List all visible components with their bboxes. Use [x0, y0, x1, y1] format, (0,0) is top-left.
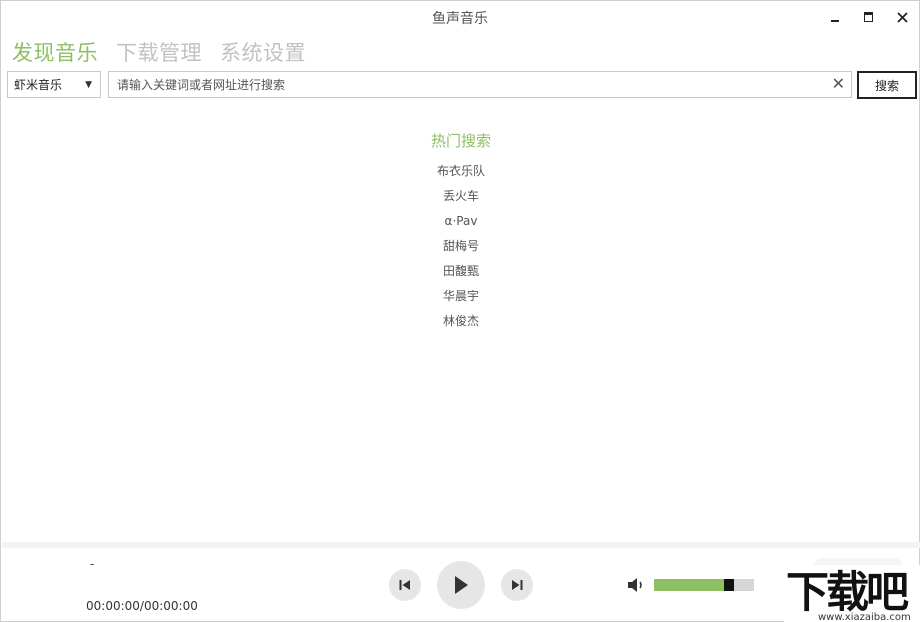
tab-download-manager[interactable]: 下载管理 [116, 37, 202, 67]
hot-search-item[interactable]: 林俊杰 [1, 311, 920, 336]
playback-time: 00:00:00/00:00:00 [86, 599, 198, 613]
play-icon [455, 576, 468, 594]
search-input[interactable] [109, 72, 819, 97]
window-title: 鱼声音乐 [432, 11, 488, 27]
previous-button[interactable] [389, 569, 421, 601]
next-icon [512, 580, 523, 590]
tab-system-settings[interactable]: 系统设置 [220, 37, 306, 67]
hot-search-title: 热门搜索 [430, 132, 491, 150]
hot-search-item[interactable]: 丢火车 [1, 186, 920, 211]
hot-search-item[interactable]: 田馥甄 [1, 261, 920, 286]
close-button[interactable] [891, 7, 913, 27]
next-button[interactable] [501, 569, 533, 601]
hot-search-item[interactable]: 甜梅号 [1, 236, 920, 261]
close-icon [896, 11, 908, 23]
volume-fill [654, 579, 734, 591]
search-box: ✕ [108, 71, 852, 98]
hot-search-item[interactable]: 布衣乐队 [1, 161, 920, 186]
music-source-select[interactable]: 虾米音乐 ▼ [7, 71, 101, 98]
hot-search-item[interactable]: 华晨宇 [1, 286, 920, 311]
app-window: 鱼声音乐 发现音乐 下载管理 系统设置 虾米音乐 ▼ ✕ 搜索 热门搜索 布衣乐… [0, 0, 920, 622]
tab-discover-music[interactable]: 发现音乐 [12, 37, 98, 67]
previous-icon [399, 580, 410, 590]
music-source-value: 虾米音乐 [14, 78, 63, 92]
play-button[interactable] [437, 561, 485, 609]
svg-text:下载吧: 下载吧 [786, 568, 909, 618]
clear-icon[interactable]: ✕ [832, 75, 845, 93]
player-divider [2, 542, 920, 548]
watermark-logo: 下载吧 www.xiazaiba.com [784, 565, 920, 622]
minimize-button[interactable] [824, 7, 846, 27]
hot-search-item[interactable]: α·Pav [1, 211, 920, 236]
main-nav: 发现音乐 下载管理 系统设置 [12, 37, 306, 67]
hot-search-list: 布衣乐队 丢火车 α·Pav 甜梅号 田馥甄 华晨宇 林俊杰 [1, 161, 920, 336]
svg-text:www.xiazaiba.com: www.xiazaiba.com [818, 612, 911, 622]
dropdown-caret-icon: ▼ [85, 80, 92, 90]
volume-icon[interactable] [627, 577, 645, 593]
track-title: - [90, 557, 95, 571]
minimize-icon [831, 20, 839, 22]
maximize-icon [863, 12, 873, 22]
volume-slider[interactable] [654, 579, 754, 591]
title-bar: 鱼声音乐 [1, 1, 919, 33]
maximize-button[interactable] [857, 7, 879, 27]
volume-thumb[interactable] [724, 579, 734, 591]
search-button[interactable]: 搜索 [857, 71, 917, 99]
